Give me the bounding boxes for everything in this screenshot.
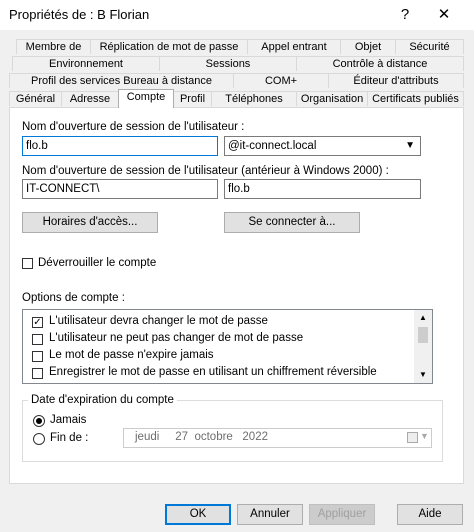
scroll-up-icon[interactable]: ▲	[419, 313, 427, 322]
tab-replication[interactable]: Réplication de mot de passe	[90, 39, 248, 54]
option-label: Le mot de passe n'expire jamais	[49, 349, 214, 361]
expiry-group-title: Date d'expiration du compte	[28, 394, 177, 406]
tab-telephones[interactable]: Téléphones	[211, 91, 297, 106]
tab-securite[interactable]: Sécurité	[395, 39, 464, 54]
ok-button[interactable]: OK	[165, 504, 231, 525]
upn-suffix-value: @it-connect.local	[228, 140, 317, 152]
tab-com-plus[interactable]: COM+	[233, 73, 329, 88]
tab-profil[interactable]: Profil	[173, 91, 212, 106]
tab-controle-distance[interactable]: Contrôle à distance	[296, 56, 464, 71]
option-checkbox-must-change[interactable]: ✓	[32, 317, 43, 328]
tab-certificats-publies[interactable]: Certificats publiés	[367, 91, 464, 106]
account-options-list[interactable]: ✓ L'utilisateur devra changer le mot de …	[22, 309, 433, 384]
calendar-icon[interactable]	[407, 432, 418, 443]
window-title: Propriétés de : B Florian	[9, 7, 150, 22]
cancel-button[interactable]: Annuler	[237, 504, 303, 525]
account-options-label: Options de compte :	[22, 292, 125, 304]
apply-button[interactable]: Appliquer	[309, 504, 375, 525]
scroll-down-icon[interactable]: ▼	[419, 370, 427, 379]
logon-name-input[interactable]: flo.b	[22, 136, 218, 156]
options-scrollbar[interactable]: ▲ ▼	[414, 310, 432, 383]
chevron-down-icon: ▼	[405, 140, 415, 151]
tab-editeur-attributs[interactable]: Éditeur d'attributs	[328, 73, 464, 88]
logon-name-label: Nom d'ouverture de session de l'utilisat…	[22, 121, 245, 133]
logon-hours-button[interactable]: Horaires d'accès...	[22, 212, 158, 233]
expiry-date-value: jeudi 27 octobre 2022	[135, 431, 268, 443]
help-button[interactable]: Aide	[397, 504, 463, 525]
radio-never-label: Jamais	[50, 414, 87, 426]
tab-sessions[interactable]: Sessions	[159, 56, 297, 71]
help-title-button[interactable]: ?	[388, 2, 422, 28]
tab-general[interactable]: Général	[9, 91, 62, 106]
tab-environnement[interactable]: Environnement	[12, 56, 160, 71]
unlock-account-label: Déverrouiller le compte	[38, 257, 157, 269]
close-icon[interactable]: ✕	[427, 2, 461, 28]
option-checkbox-reversible[interactable]	[32, 368, 43, 379]
radio-end-of-label: Fin de :	[50, 432, 89, 444]
radio-end-of[interactable]	[33, 433, 45, 445]
logon-to-button[interactable]: Se connecter à...	[224, 212, 360, 233]
tab-objet[interactable]: Objet	[340, 39, 396, 54]
legacy-logon-label: Nom d'ouverture de session de l'utilisat…	[22, 165, 389, 177]
tab-compte[interactable]: Compte	[118, 89, 174, 108]
tab-organisation[interactable]: Organisation	[296, 91, 368, 106]
upn-suffix-select[interactable]: @it-connect.local ▼	[224, 136, 421, 156]
option-checkbox-cannot-change[interactable]	[32, 334, 43, 345]
tab-adresse[interactable]: Adresse	[61, 91, 119, 106]
radio-never[interactable]	[33, 415, 45, 427]
legacy-logon-input[interactable]: flo.b	[224, 179, 421, 199]
option-label: L'utilisateur devra changer le mot de pa…	[49, 315, 268, 327]
option-checkbox-never-expires[interactable]	[32, 351, 43, 362]
option-label: L'utilisateur ne peut pas changer de mot…	[49, 332, 304, 344]
tab-membre-de[interactable]: Membre de	[16, 39, 91, 54]
tab-appel-entrant[interactable]: Appel entrant	[247, 39, 341, 54]
legacy-domain-field: IT-CONNECT\	[22, 179, 218, 199]
expiry-date-picker[interactable]: jeudi 27 octobre 2022 ▼	[123, 428, 432, 448]
chevron-down-icon[interactable]: ▼	[420, 431, 429, 441]
option-label: Enregistrer le mot de passe en utilisant…	[49, 366, 377, 378]
unlock-account-checkbox[interactable]	[22, 258, 33, 269]
tab-profil-bureau-distance[interactable]: Profil des services Bureau à distance	[9, 73, 234, 88]
scroll-thumb[interactable]	[418, 327, 428, 343]
